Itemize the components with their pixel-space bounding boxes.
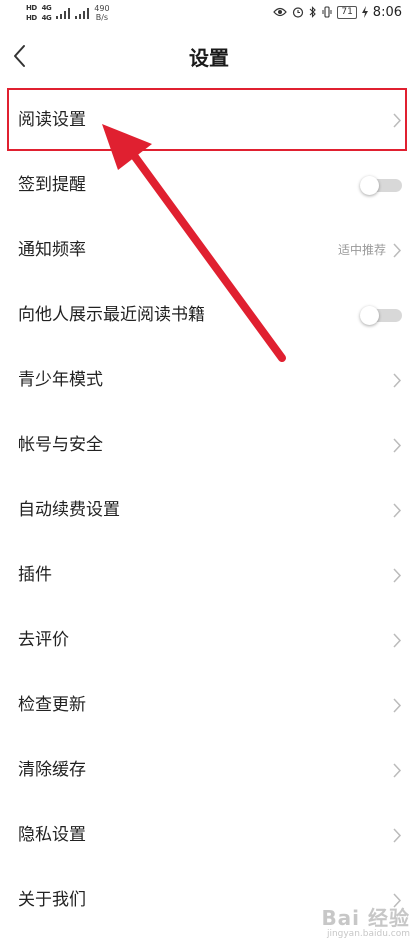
settings-list: 阅读设置 签到提醒 通知频率 适中推荐 向他人展示最近阅读书籍 青少年模式 帐号… — [0, 88, 418, 933]
settings-item-label: 阅读设置 — [18, 110, 86, 130]
network-speed-value: 490 — [94, 4, 110, 13]
bluetooth-icon — [309, 6, 317, 18]
settings-item-check-updates[interactable]: 检查更新 — [0, 673, 418, 738]
settings-item-value: 适中推荐 — [337, 243, 386, 257]
network-speed: 490 B/s — [94, 4, 109, 22]
clock: 8:06 — [372, 4, 402, 20]
settings-item-label: 插件 — [18, 565, 52, 585]
checkin-reminder-toggle[interactable] — [360, 176, 402, 195]
nav-header: 设置 — [0, 26, 418, 88]
settings-item-privacy-settings[interactable]: 隐私设置 — [0, 803, 418, 868]
settings-item-rate-app[interactable]: 去评价 — [0, 608, 418, 673]
settings-item-label: 隐私设置 — [18, 825, 86, 845]
status-bar: HD HD 4G 4G 490 B/s 71 8:06 — [0, 0, 418, 26]
settings-item-clear-cache[interactable]: 清除缓存 — [0, 738, 418, 803]
toggle-knob — [360, 176, 379, 195]
charging-icon — [361, 6, 368, 18]
settings-item-label: 通知频率 — [18, 240, 86, 260]
settings-item-label: 青少年模式 — [18, 370, 103, 390]
page-title: 设置 — [189, 46, 229, 70]
settings-item-label: 关于我们 — [18, 890, 86, 910]
chevron-right-icon — [393, 438, 402, 453]
settings-item-label: 自动续费设置 — [18, 500, 120, 520]
eye-icon — [273, 7, 288, 17]
settings-item-label: 检查更新 — [18, 695, 86, 715]
settings-item-reading-settings[interactable]: 阅读设置 — [0, 88, 418, 153]
network-type-label: 4G — [41, 14, 52, 22]
settings-item-checkin-reminder: 签到提醒 — [0, 153, 418, 218]
hd-badge: HD — [26, 14, 37, 22]
settings-item-notification-frequency[interactable]: 通知频率 适中推荐 — [0, 218, 418, 283]
chevron-right-icon — [393, 828, 402, 843]
vibrate-icon — [322, 6, 332, 18]
chevron-right-icon — [393, 633, 402, 648]
watermark-logo-text: Bai 经验 — [321, 906, 410, 930]
network-type-label: 4G — [41, 4, 52, 12]
watermark-url: jingyan.baidu.com — [326, 929, 410, 939]
show-recent-books-toggle[interactable] — [360, 306, 402, 325]
baidu-jingyan-watermark: Bai 经验 jingyan.baidu.com — [321, 902, 410, 939]
network-type-indicators: 4G 4G — [42, 4, 52, 22]
chevron-right-icon — [393, 698, 402, 713]
status-bar-left: HD HD 4G 4G 490 B/s — [26, 1, 110, 25]
alarm-icon — [293, 7, 304, 18]
status-bar-right: 71 8:06 — [273, 2, 402, 22]
chevron-right-icon — [393, 113, 402, 128]
battery-indicator: 71 — [337, 5, 357, 19]
settings-item-auto-renewal[interactable]: 自动续费设置 — [0, 478, 418, 543]
settings-item-teen-mode[interactable]: 青少年模式 — [0, 348, 418, 413]
toggle-knob — [360, 306, 379, 325]
settings-item-label: 清除缓存 — [18, 760, 86, 780]
settings-item-label: 去评价 — [18, 630, 69, 650]
chevron-right-icon — [393, 373, 402, 388]
settings-item-plugins[interactable]: 插件 — [0, 543, 418, 608]
settings-item-label: 向他人展示最近阅读书籍 — [18, 305, 205, 325]
chevron-right-icon — [393, 243, 402, 258]
chevron-right-icon — [393, 763, 402, 778]
network-speed-unit: B/s — [95, 13, 109, 22]
hd-badge: HD — [26, 4, 37, 12]
chevron-right-icon — [393, 568, 402, 583]
chevron-right-icon — [393, 503, 402, 518]
signal-icon — [56, 7, 71, 19]
signal-icon — [75, 7, 90, 19]
hd-indicators: HD HD — [26, 4, 37, 22]
settings-item-show-recent-books: 向他人展示最近阅读书籍 — [0, 283, 418, 348]
settings-item-label: 签到提醒 — [18, 175, 86, 195]
settings-item-account-security[interactable]: 帐号与安全 — [0, 413, 418, 478]
settings-item-label: 帐号与安全 — [18, 435, 103, 455]
